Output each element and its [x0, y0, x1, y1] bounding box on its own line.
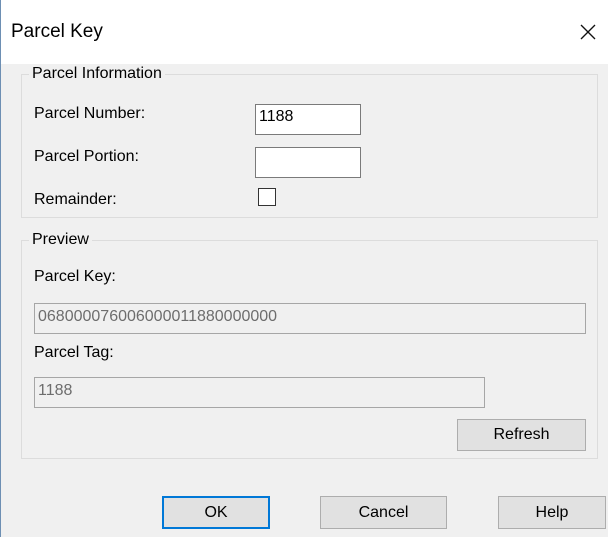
- dialog-title: Parcel Key: [11, 21, 103, 42]
- parcel-number-label: Parcel Number:: [34, 105, 146, 122]
- remainder-checkbox[interactable]: [258, 188, 276, 206]
- remainder-label: Remainder:: [34, 191, 117, 208]
- title-bar: Parcel Key: [1, 0, 608, 64]
- close-icon: [580, 24, 596, 40]
- parcel-key-field: 068000076006000011880000000: [34, 303, 586, 334]
- preview-legend: Preview: [29, 231, 92, 249]
- cancel-button[interactable]: Cancel: [320, 496, 447, 529]
- help-button[interactable]: Help: [498, 496, 606, 529]
- parcel-portion-input[interactable]: [255, 147, 361, 178]
- parcel-key-dialog: Parcel Key Parcel Information Parcel Num…: [0, 0, 608, 537]
- refresh-button[interactable]: Refresh: [457, 419, 586, 451]
- parcel-tag-field: 1188: [34, 377, 485, 408]
- close-button[interactable]: [574, 18, 602, 46]
- parcel-key-label: Parcel Key:: [34, 268, 116, 285]
- parcel-tag-label: Parcel Tag:: [34, 344, 114, 361]
- parcel-information-legend: Parcel Information: [29, 65, 165, 83]
- parcel-number-input[interactable]: 1188: [255, 104, 361, 135]
- parcel-portion-label: Parcel Portion:: [34, 148, 139, 165]
- ok-button[interactable]: OK: [162, 496, 270, 529]
